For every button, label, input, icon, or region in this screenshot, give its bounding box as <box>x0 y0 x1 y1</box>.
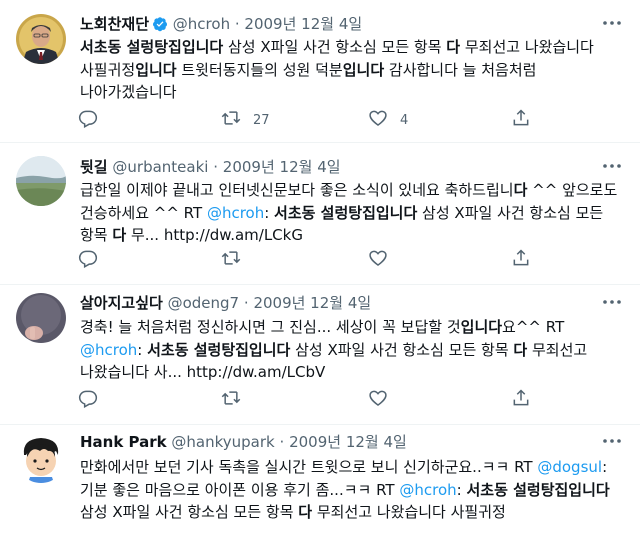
user-handle[interactable]: @hcroh <box>173 15 230 33</box>
tweet-text: 만화에서만 보던 기사 독촉을 실시간 트윗으로 보니 신기하군요..ㅋㅋ RT… <box>80 456 625 524</box>
separator-dot: · <box>234 15 240 33</box>
reply-button[interactable] <box>78 248 110 272</box>
tweet-date[interactable]: 2009년 12월 4일 <box>244 15 362 33</box>
bold-text: 다 <box>446 38 461 56</box>
like-icon <box>368 388 388 412</box>
retweet-count: 27 <box>253 112 270 128</box>
like-count: 4 <box>400 112 409 128</box>
tweet-text: 급한일 이제야 끝내고 인터넷신문보다 좋은 소식이 있네요 축하드립니다 ^^… <box>80 179 625 247</box>
like-icon <box>368 248 388 272</box>
tweet[interactable]: 노회찬재단 @hcroh · 2009년 12월 4일 서초동 설렁탕집입니다 … <box>0 0 640 143</box>
display-name[interactable]: 노회찬재단 <box>80 15 149 33</box>
display-name[interactable]: 살아지고싶다 <box>80 294 163 312</box>
separator-dot: · <box>279 433 285 451</box>
reply-icon <box>78 108 98 132</box>
avatar[interactable] <box>16 293 66 343</box>
retweet-button[interactable] <box>221 388 253 412</box>
tweet-header: Hank Park @hankyupark · 2009년 12월 4일 <box>80 431 407 453</box>
text-segment: 무... http://dw.am/LCkG <box>126 226 303 244</box>
share-icon <box>511 108 531 132</box>
text-segment: 무죄선고 나왔습니다 사필귀정 <box>312 503 506 521</box>
share-button[interactable] <box>511 108 531 132</box>
avatar-image <box>16 293 66 343</box>
like-button[interactable] <box>368 248 400 272</box>
share-icon <box>511 248 531 272</box>
bold-text: 입니다 <box>135 60 177 79</box>
like-button[interactable] <box>368 388 400 412</box>
tweet-actions <box>78 388 548 412</box>
text-segment: 만화에서만 보던 기사 독촉을 실시간 트윗으로 보니 신기하군요..ㅋㅋ RT <box>80 458 538 476</box>
retweet-icon <box>221 248 241 272</box>
tweet-text: 서초동 설렁탕집입니다 삼성 X파일 사건 항소심 모든 항목 다 무죄선고 나… <box>80 36 625 104</box>
tweet-date[interactable]: 2009년 12월 4일 <box>253 294 371 312</box>
tweet-date[interactable]: 2009년 12월 4일 <box>289 433 407 451</box>
mention-link[interactable]: @hcroh <box>399 481 456 499</box>
verified-badge-icon <box>152 16 168 32</box>
retweet-icon <box>221 388 241 412</box>
user-handle[interactable]: @odeng7 <box>168 294 240 312</box>
avatar[interactable] <box>16 433 66 483</box>
tweet-header: 노회찬재단 @hcroh · 2009년 12월 4일 <box>80 13 362 35</box>
more-icon[interactable] <box>600 432 624 450</box>
tweet-header: 뒷길 @urbanteaki · 2009년 12월 4일 <box>80 156 341 178</box>
text-segment: 삼성 X파일 사건 항소심 모든 항목 <box>223 38 447 56</box>
user-handle[interactable]: @hankyupark <box>171 433 274 451</box>
tweet[interactable]: Hank Park @hankyupark · 2009년 12월 4일 만화에… <box>0 425 640 555</box>
bold-text: 다 <box>513 340 528 359</box>
share-button[interactable] <box>511 388 531 412</box>
mention-link[interactable]: @hcroh <box>207 204 264 222</box>
bold-text: 다 <box>112 226 127 244</box>
text-segment: : <box>264 203 275 222</box>
tweet-actions <box>78 248 548 272</box>
text-segment: 경축! 늘 처음처럼 정신하시면 그 진심... 세상이 꼭 보답할 것 <box>80 318 461 336</box>
user-handle[interactable]: @urbanteaki <box>112 158 208 176</box>
reply-button[interactable] <box>78 388 110 412</box>
avatar[interactable] <box>16 156 66 206</box>
like-icon <box>368 108 388 132</box>
more-icon[interactable] <box>600 293 624 311</box>
display-name[interactable]: 뒷길 <box>80 158 108 176</box>
reply-icon <box>78 248 98 272</box>
text-segment: : <box>137 340 148 359</box>
avatar-image <box>16 14 66 64</box>
retweet-icon <box>221 108 241 132</box>
tweet-actions: 27 4 <box>78 108 548 132</box>
share-icon <box>511 388 531 412</box>
tweet-text: 경축! 늘 처음처럼 정신하시면 그 진심... 세상이 꼭 보답할 것입니다요… <box>80 316 625 384</box>
text-segment: 삼성 X파일 사건 항소심 모든 항목 <box>80 503 299 521</box>
bold-text: 다 <box>298 503 313 521</box>
tweet[interactable]: 살아지고싶다 @odeng7 · 2009년 12월 4일 경축! 늘 처음처럼… <box>0 285 640 425</box>
bold-text: 서초동 설렁탕집입니다 <box>147 340 291 359</box>
like-button[interactable]: 4 <box>368 108 408 132</box>
reply-icon <box>78 388 98 412</box>
avatar-image <box>16 156 66 206</box>
bold-text: 입니다 <box>342 60 385 79</box>
bold-text: 다 <box>513 181 528 199</box>
retweet-button[interactable] <box>221 248 253 272</box>
tweet-header: 살아지고싶다 @odeng7 · 2009년 12월 4일 <box>80 292 371 314</box>
bold-text: 서초동 설렁탕집입니다 <box>274 203 418 222</box>
bold-text: 서초동 설렁탕집입니다 <box>80 38 224 56</box>
reply-button[interactable] <box>78 108 110 132</box>
bold-text: 입니다 <box>460 318 503 336</box>
text-segment: 급한일 이제야 끝내고 인터넷신문보다 좋은 소식이 있네요 축하드립니 <box>80 181 514 199</box>
display-name[interactable]: Hank Park <box>80 433 167 451</box>
share-button[interactable] <box>511 248 531 272</box>
more-icon[interactable] <box>600 14 624 32</box>
mention-link[interactable]: @dogsul <box>537 458 602 476</box>
avatar-image <box>16 433 66 483</box>
tweet[interactable]: 뒷길 @urbanteaki · 2009년 12월 4일 급한일 이제야 끝내… <box>0 143 640 285</box>
bold-text: 서초동 설렁탕집입니다 <box>466 480 610 499</box>
tweet-date[interactable]: 2009년 12월 4일 <box>223 158 341 176</box>
separator-dot: · <box>243 294 249 312</box>
separator-dot: · <box>213 158 219 176</box>
text-segment: 트윗터동지들의 성원 덕분 <box>176 60 343 79</box>
text-segment: : <box>456 480 467 499</box>
text-segment: 요^^ RT <box>502 318 565 336</box>
avatar[interactable] <box>16 14 66 64</box>
text-segment: 삼성 X파일 사건 항소심 모든 항목 <box>290 340 514 359</box>
mention-link[interactable]: @hcroh <box>80 341 137 359</box>
retweet-button[interactable]: 27 <box>221 108 270 132</box>
more-icon[interactable] <box>600 157 624 175</box>
